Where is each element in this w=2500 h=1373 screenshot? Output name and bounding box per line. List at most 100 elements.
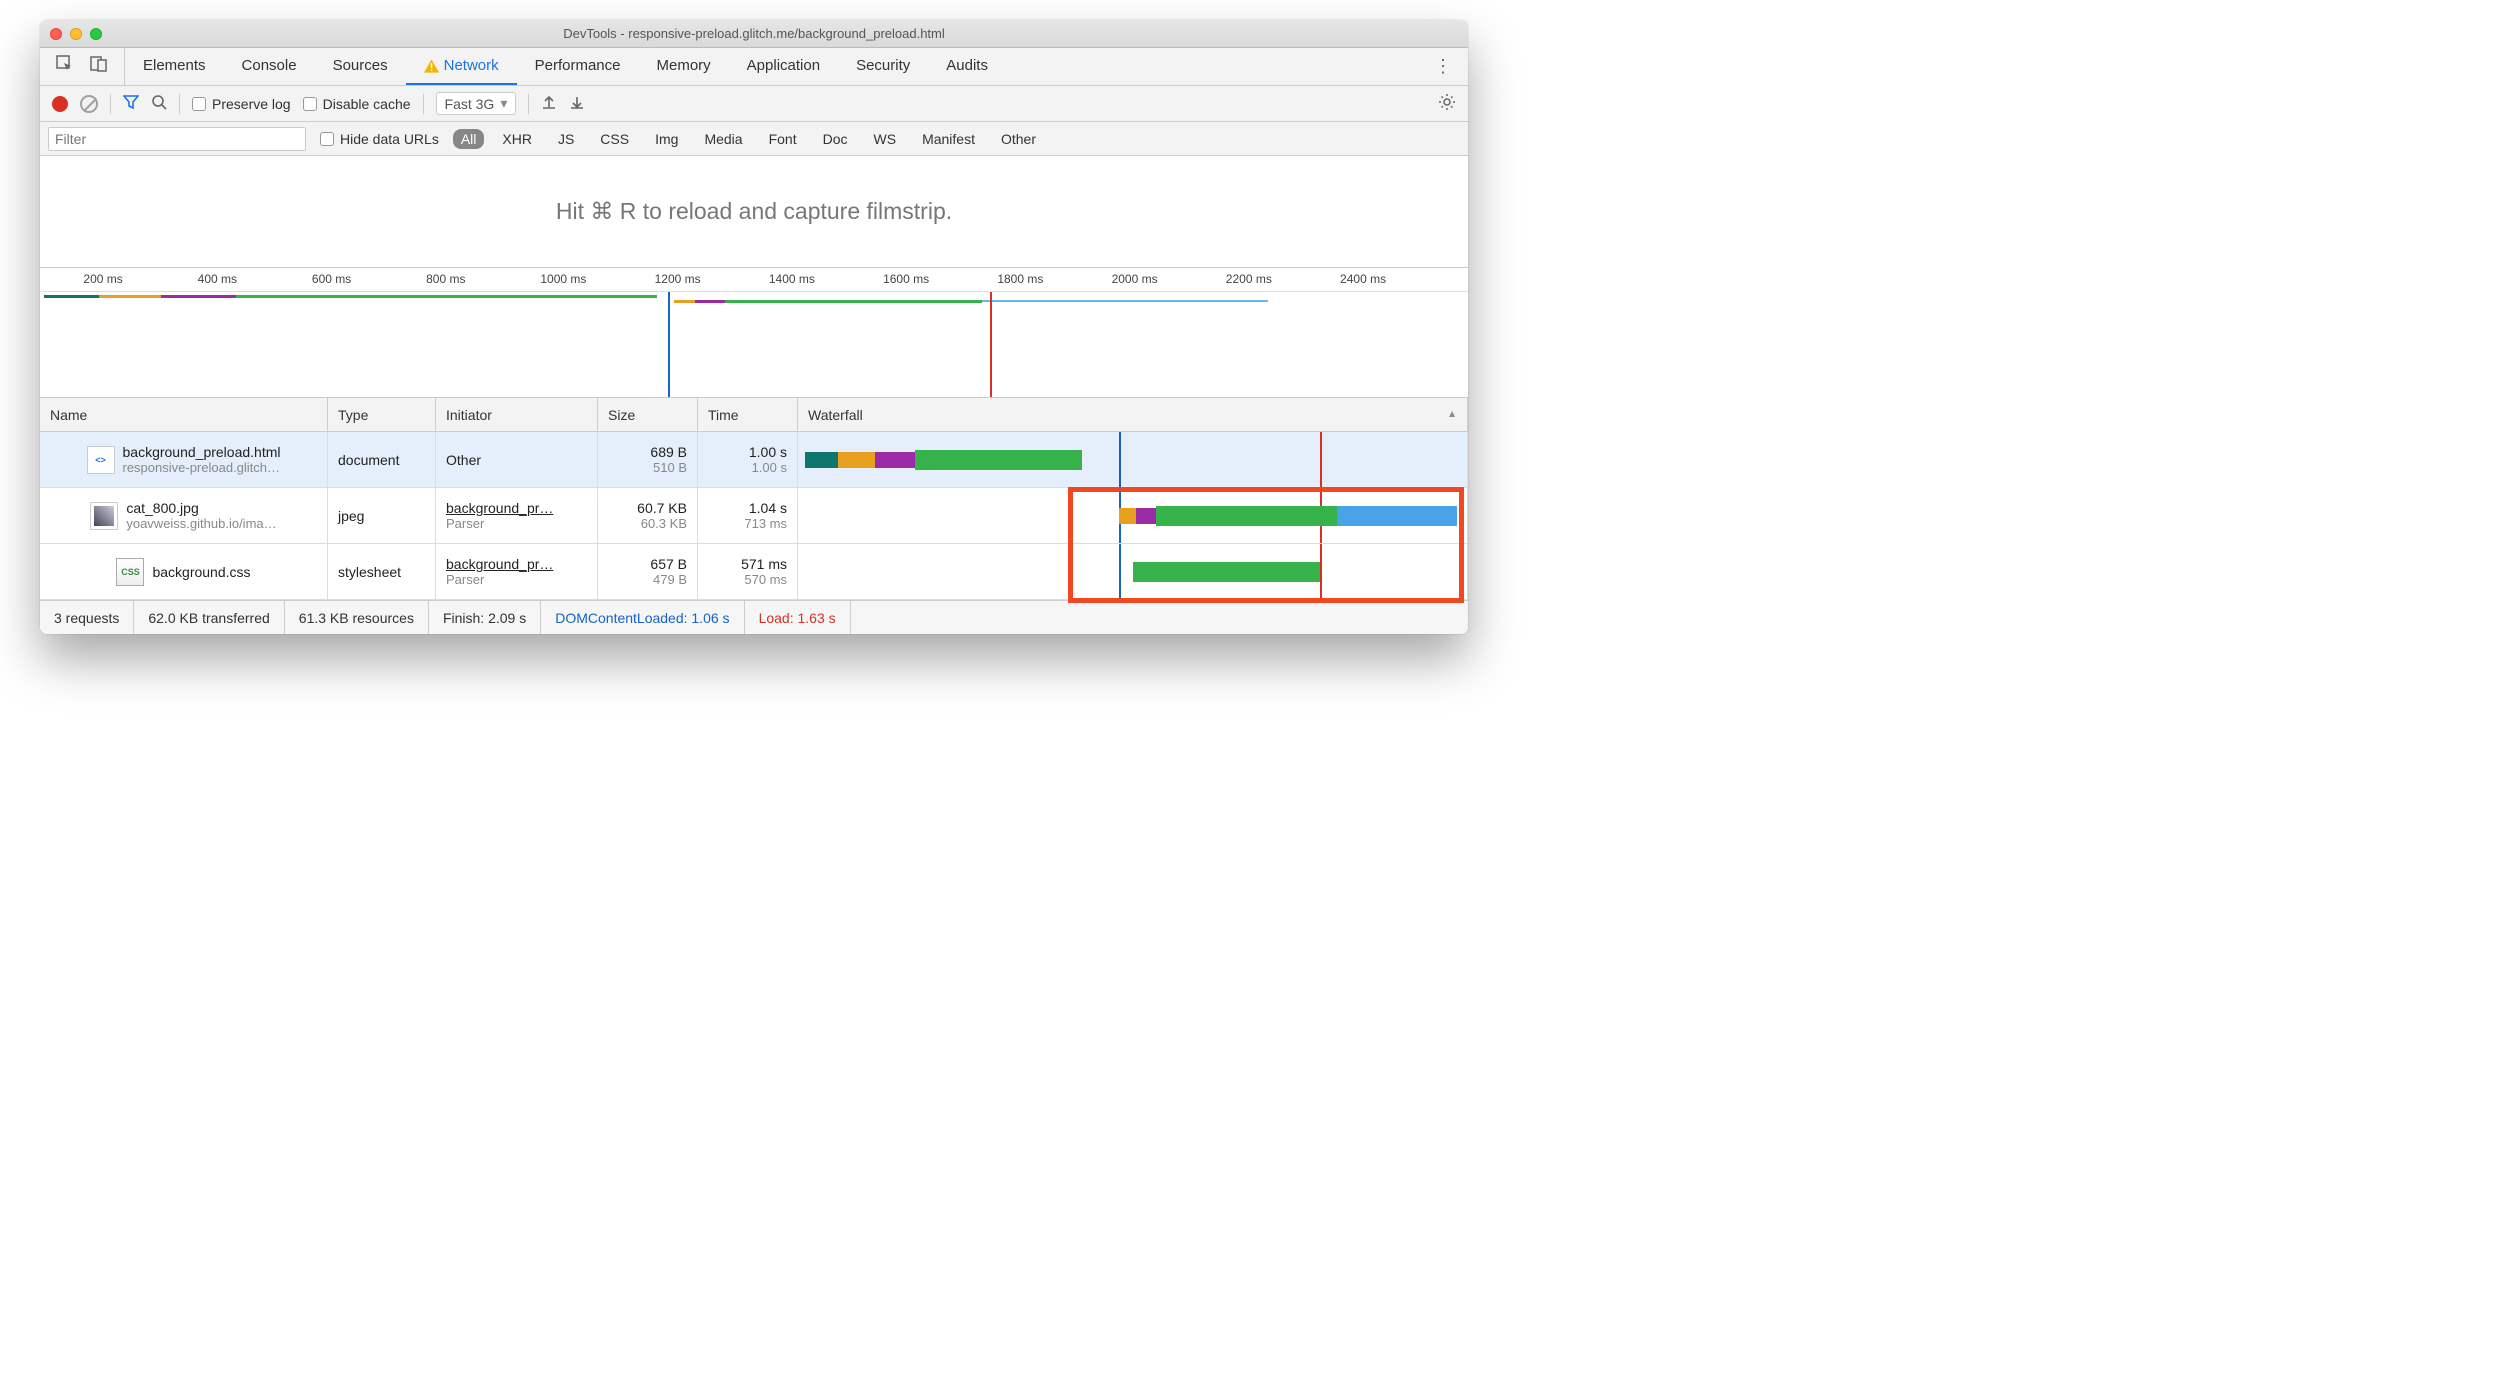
request-latency: 713 ms [744, 516, 787, 531]
request-table: <>background_preload.htmlresponsive-prel… [40, 432, 1468, 600]
column-header-size[interactable]: Size [598, 398, 698, 431]
more-options-icon[interactable]: ⋮ [1418, 48, 1468, 85]
ruler-tick: 2200 ms [1226, 272, 1272, 286]
file-icon: <> [87, 446, 115, 474]
preserve-log-label: Preserve log [212, 96, 291, 112]
column-header-waterfall[interactable]: Waterfall▲ [798, 398, 1468, 431]
load-marker [990, 292, 992, 397]
ruler-tick: 1400 ms [769, 272, 815, 286]
status-load: Load: 1.63 s [745, 601, 851, 634]
tab-performance[interactable]: Performance [517, 48, 639, 85]
tab-memory[interactable]: Memory [639, 48, 729, 85]
ruler-tick: 1800 ms [997, 272, 1043, 286]
request-type: jpeg [338, 508, 425, 524]
ruler-tick: 2000 ms [1112, 272, 1158, 286]
filter-type-doc[interactable]: Doc [815, 129, 856, 149]
clear-button[interactable] [80, 95, 98, 113]
column-header-time[interactable]: Time [698, 398, 798, 431]
preserve-log-checkbox[interactable]: Preserve log [192, 96, 291, 112]
filter-type-css[interactable]: CSS [592, 129, 637, 149]
initiator-type: Parser [446, 572, 587, 587]
column-header-name[interactable]: Name [40, 398, 328, 431]
request-type: document [338, 452, 425, 468]
hide-data-urls-checkbox[interactable]: Hide data URLs [320, 131, 439, 147]
window-title: DevTools - responsive-preload.glitch.me/… [40, 26, 1468, 41]
sort-indicator-icon: ▲ [1447, 409, 1457, 420]
request-size-uncompressed: 479 B [653, 572, 687, 587]
request-initiator[interactable]: background_pr… [446, 556, 587, 572]
throttling-value: Fast 3G [445, 96, 495, 112]
request-initiator[interactable]: background_pr… [446, 500, 587, 516]
filter-type-js[interactable]: JS [550, 129, 582, 149]
request-size-uncompressed: 510 B [653, 460, 687, 475]
request-size-uncompressed: 60.3 KB [641, 516, 687, 531]
request-domain: responsive-preload.glitch… [123, 460, 281, 475]
filter-type-xhr[interactable]: XHR [494, 129, 540, 149]
status-domcontentloaded: DOMContentLoaded: 1.06 s [541, 601, 744, 634]
request-domain: yoavweiss.github.io/ima… [126, 516, 276, 531]
tab-elements[interactable]: Elements [125, 48, 224, 85]
status-bar: 3 requests 62.0 KB transferred 61.3 KB r… [40, 600, 1468, 634]
filter-type-img[interactable]: Img [647, 129, 686, 149]
request-time: 1.04 s [749, 500, 787, 516]
overview-lanes [40, 292, 1468, 397]
request-latency: 1.00 s [752, 460, 787, 475]
initiator-type: Parser [446, 516, 587, 531]
overview-timeline[interactable]: 200 ms 400 ms 600 ms 800 ms 1000 ms 1200 ms 14… [40, 268, 1468, 398]
ruler-tick: 200 ms [83, 272, 122, 286]
table-row[interactable]: <>background_preload.htmlresponsive-prel… [40, 432, 1468, 488]
status-resources: 61.3 KB resources [285, 601, 429, 634]
window-titlebar[interactable]: DevTools - responsive-preload.glitch.me/… [40, 20, 1468, 48]
request-latency: 570 ms [744, 572, 787, 587]
status-transferred: 62.0 KB transferred [134, 601, 284, 634]
request-time: 1.00 s [749, 444, 787, 460]
filter-type-other[interactable]: Other [993, 129, 1044, 149]
status-request-count: 3 requests [40, 601, 134, 634]
file-icon: CSS [116, 558, 144, 586]
record-button[interactable] [52, 96, 68, 112]
column-header-type[interactable]: Type [328, 398, 436, 431]
ruler-tick: 800 ms [426, 272, 465, 286]
throttling-dropdown[interactable]: Fast 3G▾ [436, 92, 517, 115]
tab-network[interactable]: Network [406, 48, 517, 85]
ruler-tick: 400 ms [198, 272, 237, 286]
ruler-tick: 600 ms [312, 272, 351, 286]
filter-type-font[interactable]: Font [761, 129, 805, 149]
network-toolbar: Preserve log Disable cache Fast 3G▾ [40, 86, 1468, 122]
waterfall-cell [798, 432, 1468, 487]
disable-cache-checkbox[interactable]: Disable cache [303, 96, 411, 112]
upload-har-icon[interactable] [541, 94, 557, 113]
search-icon[interactable] [151, 94, 167, 113]
tab-audits[interactable]: Audits [928, 48, 1006, 85]
inspect-element-icon[interactable] [56, 55, 74, 78]
filter-type-media[interactable]: Media [696, 129, 750, 149]
tab-console[interactable]: Console [224, 48, 315, 85]
request-size: 60.7 KB [637, 500, 687, 516]
download-har-icon[interactable] [569, 94, 585, 113]
status-finish: Finish: 2.09 s [429, 601, 541, 634]
annotation-highlight-box [1068, 487, 1464, 603]
filter-type-ws[interactable]: WS [866, 129, 905, 149]
filter-type-manifest[interactable]: Manifest [914, 129, 983, 149]
settings-icon[interactable] [1438, 93, 1456, 114]
filter-input[interactable] [48, 127, 306, 151]
request-size: 657 B [650, 556, 687, 572]
ruler-tick: 1600 ms [883, 272, 929, 286]
ruler-tick: 1200 ms [655, 272, 701, 286]
hide-data-urls-label: Hide data URLs [340, 131, 439, 147]
disable-cache-label: Disable cache [323, 96, 411, 112]
timeline-ruler: 200 ms 400 ms 600 ms 800 ms 1000 ms 1200 ms 14… [40, 268, 1468, 292]
ruler-tick: 2400 ms [1340, 272, 1386, 286]
tab-application[interactable]: Application [729, 48, 838, 85]
filter-type-all[interactable]: All [453, 129, 485, 149]
filter-toggle-icon[interactable] [123, 94, 139, 113]
dcl-marker [668, 292, 670, 397]
tab-security[interactable]: Security [838, 48, 928, 85]
column-header-initiator[interactable]: Initiator [436, 398, 598, 431]
device-toolbar-icon[interactable] [90, 55, 108, 78]
main-tabbar: ElementsConsoleSourcesNetworkPerformance… [40, 48, 1468, 86]
tab-sources[interactable]: Sources [315, 48, 406, 85]
ruler-tick: 1000 ms [540, 272, 586, 286]
filter-bar: Hide data URLs All XHR JS CSS Img Media Font Do… [40, 122, 1468, 156]
request-time: 571 ms [741, 556, 787, 572]
